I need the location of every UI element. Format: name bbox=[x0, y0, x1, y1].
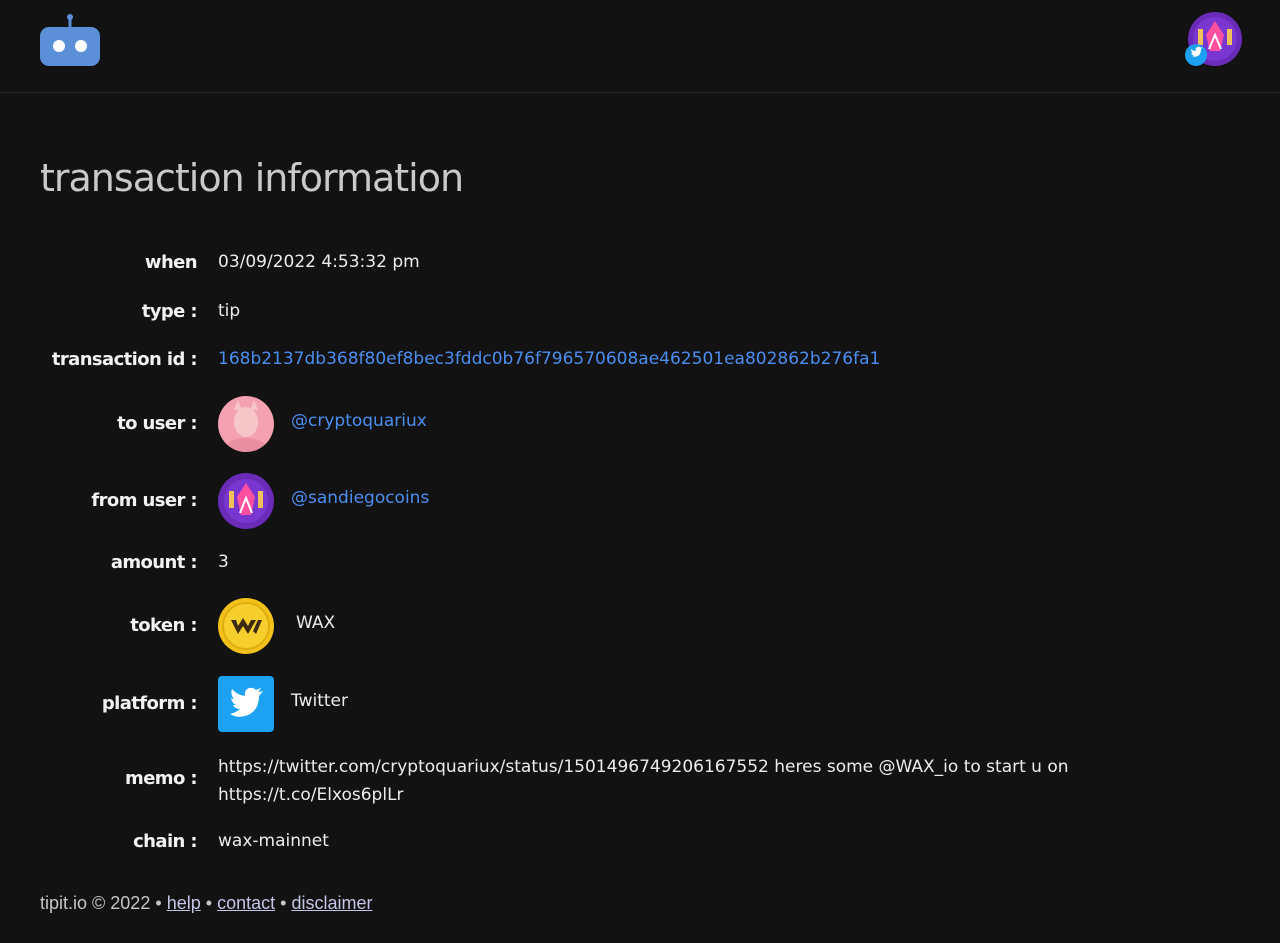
type-value: tip bbox=[218, 301, 241, 321]
from-user-label: from user : bbox=[91, 490, 197, 511]
footer-brand: tipit.io © 2022 bbox=[40, 893, 151, 913]
when-value: 03/09/2022 4:53:32 pm bbox=[218, 252, 420, 272]
footer: tipit.io © 2022 • help • contact • discl… bbox=[40, 893, 372, 914]
token-label: token : bbox=[130, 615, 197, 636]
when-label: when bbox=[144, 252, 198, 273]
amount-value: 3 bbox=[218, 552, 229, 572]
transaction-id-label: transaction id : bbox=[51, 349, 198, 370]
to-user-link[interactable]: @cryptoquariux bbox=[291, 411, 427, 431]
chain-value: wax-mainnet bbox=[218, 831, 329, 851]
from-user-link[interactable]: @sandiegocoins bbox=[291, 488, 429, 508]
row-from-user: from user : @sandiegocoins bbox=[0, 473, 1280, 531]
platform-label: platform : bbox=[101, 693, 198, 714]
memo-label: memo : bbox=[125, 768, 198, 789]
twitter-bird-icon bbox=[218, 676, 274, 732]
memo-value: https://twitter.com/cryptoquariux/status… bbox=[218, 757, 1069, 805]
row-memo: memo : https://twitter.com/cryptoquariux… bbox=[0, 753, 1280, 811]
type-label: type : bbox=[141, 301, 198, 322]
to-user-label: to user : bbox=[117, 413, 198, 434]
row-platform: platform : Twitter bbox=[0, 676, 1280, 732]
top-bar bbox=[0, 0, 1280, 93]
footer-separator: • bbox=[155, 893, 162, 913]
token-value: WAX bbox=[296, 613, 336, 633]
platform-value: Twitter bbox=[291, 691, 348, 711]
wax-token-icon bbox=[218, 598, 274, 654]
help-link[interactable]: help bbox=[167, 893, 201, 913]
page-title: transaction information bbox=[40, 156, 464, 200]
to-user-avatar[interactable] bbox=[218, 396, 274, 452]
robot-logo-icon[interactable] bbox=[40, 14, 100, 66]
row-to-user: to user : @cryptoquariux bbox=[0, 396, 1280, 454]
footer-separator: • bbox=[205, 893, 213, 913]
disclaimer-link[interactable]: disclaimer bbox=[291, 893, 372, 913]
row-token: token : WAX bbox=[0, 598, 1280, 656]
transaction-id-link[interactable]: 168b2137db368f80ef8bec3fddc0b76f79657060… bbox=[218, 349, 880, 369]
chain-label: chain : bbox=[133, 831, 197, 852]
from-user-avatar[interactable] bbox=[218, 473, 274, 529]
footer-separator: • bbox=[280, 893, 287, 913]
account-avatar[interactable] bbox=[1184, 11, 1244, 69]
amount-label: amount : bbox=[110, 552, 198, 573]
contact-link[interactable]: contact bbox=[217, 893, 275, 913]
